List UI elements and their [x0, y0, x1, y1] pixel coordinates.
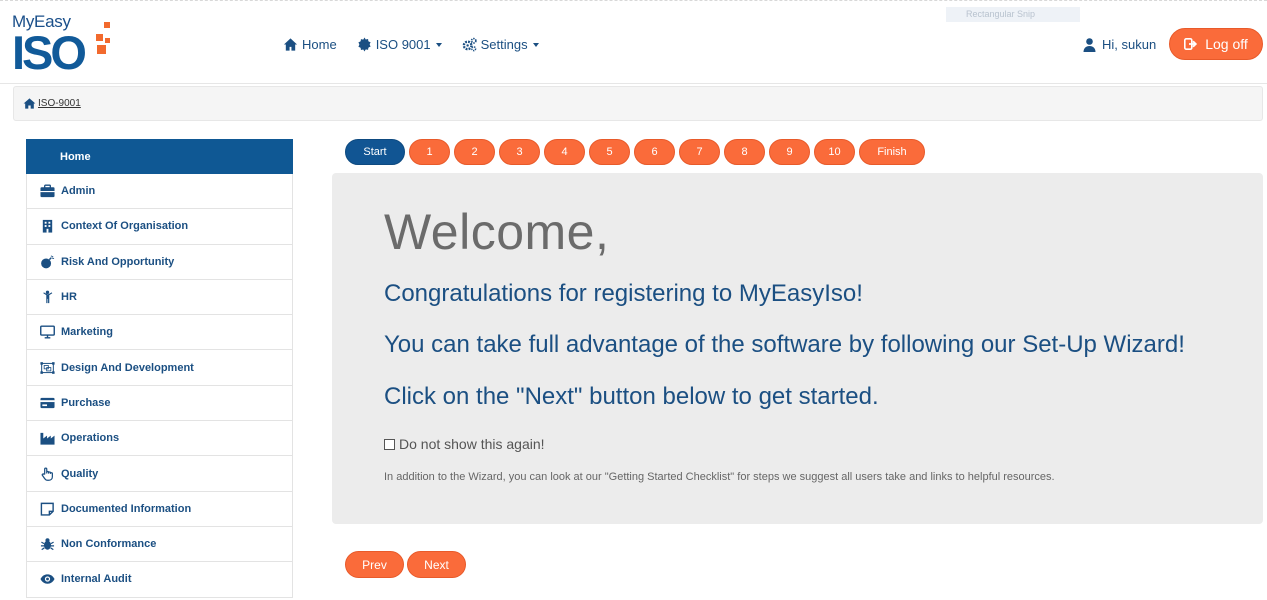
checklist-note: In addition to the Wizard, you can look … — [384, 471, 1055, 483]
credit-card-icon — [40, 397, 55, 409]
breadcrumb-link-iso[interactable]: ISO-9001 — [38, 98, 81, 109]
industry-icon — [40, 433, 55, 445]
next-button[interactable]: Next — [407, 551, 466, 578]
sidebar-item-admin[interactable]: Admin — [26, 174, 293, 210]
wizard-step-start[interactable]: Start — [345, 139, 405, 165]
logo-square — [104, 22, 110, 28]
sidebar-item-label: Design And Development — [61, 361, 194, 374]
nav-iso-label: ISO 9001 — [375, 37, 431, 52]
wizard-step-4[interactable]: 4 — [544, 139, 585, 165]
sidebar-item-internal-audit[interactable]: Internal Audit — [26, 562, 293, 598]
nav-home[interactable]: Home — [283, 37, 337, 52]
sidebar-item-label: Documented Information — [61, 502, 192, 515]
home-icon — [23, 98, 36, 109]
sidebar-item-label: Marketing — [61, 326, 113, 339]
sidebar-item-label: HR — [61, 291, 77, 304]
user-menu[interactable]: Hi, sukun — [1083, 37, 1156, 52]
sidebar-item-design[interactable]: Design And Development — [26, 350, 293, 386]
sidebar-item-quality[interactable]: Quality — [26, 456, 293, 492]
sidebar-item-label: Operations — [61, 432, 120, 445]
logo-iso-text: ISO — [12, 26, 87, 79]
user-greeting: Hi, sukun — [1102, 37, 1157, 52]
user-icon — [1083, 37, 1096, 52]
nav-iso[interactable]: ISO 9001 — [357, 37, 442, 52]
briefcase-icon — [40, 184, 55, 198]
certificate-icon — [358, 37, 371, 52]
sidebar-item-home[interactable]: Home — [26, 139, 293, 174]
person-icon — [43, 290, 53, 304]
object-group-icon — [40, 361, 55, 374]
wizard-step-5[interactable]: 5 — [589, 139, 630, 165]
wizard-step-9[interactable]: 9 — [769, 139, 810, 165]
monitor-icon — [40, 325, 55, 339]
wizard-step-8[interactable]: 8 — [724, 139, 765, 165]
eye-icon — [40, 574, 55, 585]
sidebar-item-documented-information[interactable]: Documented Information — [26, 491, 293, 527]
sidebar-item-risk[interactable]: Risk And Opportunity — [26, 244, 293, 280]
sticky-note-icon — [40, 502, 54, 516]
gears-icon — [462, 37, 477, 52]
wizard-step-3[interactable]: 3 — [499, 139, 540, 165]
bug-icon — [40, 538, 55, 551]
logoff-label: Log off — [1205, 36, 1248, 52]
nav-settings-label: Settings — [480, 37, 528, 52]
sidebar-item-label: Quality — [61, 467, 99, 480]
sidebar-item-label: Purchase — [61, 396, 111, 409]
sidebar: Home Admin Context Of Organisation Risk … — [26, 139, 293, 598]
wizard-step-7[interactable]: 7 — [679, 139, 720, 165]
wizard-steps: Start 1 2 3 4 5 6 7 8 9 10 Finish — [345, 139, 925, 165]
header: MyEasy ISO Home ISO 9001 Settings Hi, su… — [0, 0, 1267, 84]
breadcrumb: ISO-9001 — [13, 86, 1263, 121]
sidebar-item-non-conformance[interactable]: Non Conformance — [26, 526, 293, 563]
wizard-step-2[interactable]: 2 — [454, 139, 495, 165]
nav-settings[interactable]: Settings — [462, 37, 539, 52]
main-nav: Home ISO 9001 Settings — [283, 37, 539, 52]
sidebar-item-label: Non Conformance — [61, 538, 157, 551]
wizard-step-1[interactable]: 1 — [409, 139, 450, 165]
logo-square — [97, 45, 106, 54]
prev-button[interactable]: Prev — [345, 551, 404, 578]
sidebar-item-purchase[interactable]: Purchase — [26, 385, 293, 422]
do-not-show-checkbox[interactable]: Do not show this again! — [384, 436, 545, 452]
checkbox-label: Do not show this again! — [399, 436, 545, 452]
sidebar-item-label: Admin — [61, 185, 96, 198]
sidebar-item-context[interactable]: Context Of Organisation — [26, 209, 293, 245]
bomb-icon — [41, 255, 55, 269]
welcome-panel: Welcome, Congratulations for registering… — [332, 173, 1263, 524]
home-icon — [283, 38, 298, 51]
welcome-heading: Welcome, — [384, 204, 610, 260]
sidebar-item-hr[interactable]: HR — [26, 279, 293, 316]
building-icon — [42, 220, 53, 233]
sidebar-item-operations[interactable]: Operations — [26, 421, 293, 457]
congrats-text: Congratulations for registering to MyEas… — [384, 280, 863, 307]
wizard-step-finish[interactable]: Finish — [859, 139, 925, 165]
logo-square — [96, 34, 103, 41]
sidebar-item-marketing[interactable]: Marketing — [26, 315, 293, 351]
checkbox-box[interactable] — [384, 438, 395, 450]
nav-home-label: Home — [302, 37, 337, 52]
logo-square — [105, 38, 110, 43]
sign-out-icon — [1184, 38, 1198, 50]
logo[interactable]: MyEasy ISO — [12, 8, 112, 78]
chevron-down-icon — [435, 42, 442, 47]
sidebar-item-label: Risk And Opportunity — [61, 255, 175, 268]
wizard-step-6[interactable]: 6 — [634, 139, 675, 165]
sidebar-item-label: Context Of Organisation — [61, 220, 189, 233]
sidebar-item-label: Internal Audit — [61, 573, 132, 586]
hand-pointer-icon — [41, 467, 53, 481]
chevron-down-icon — [532, 42, 539, 47]
next-instruction-text: Click on the "Next" button below to get … — [384, 383, 879, 410]
wizard-step-10[interactable]: 10 — [814, 139, 855, 165]
logoff-button[interactable]: Log off — [1169, 28, 1263, 60]
sidebar-item-label: Home — [60, 150, 91, 163]
wizard-advantage-text: You can take full advantage of the softw… — [384, 331, 1185, 358]
